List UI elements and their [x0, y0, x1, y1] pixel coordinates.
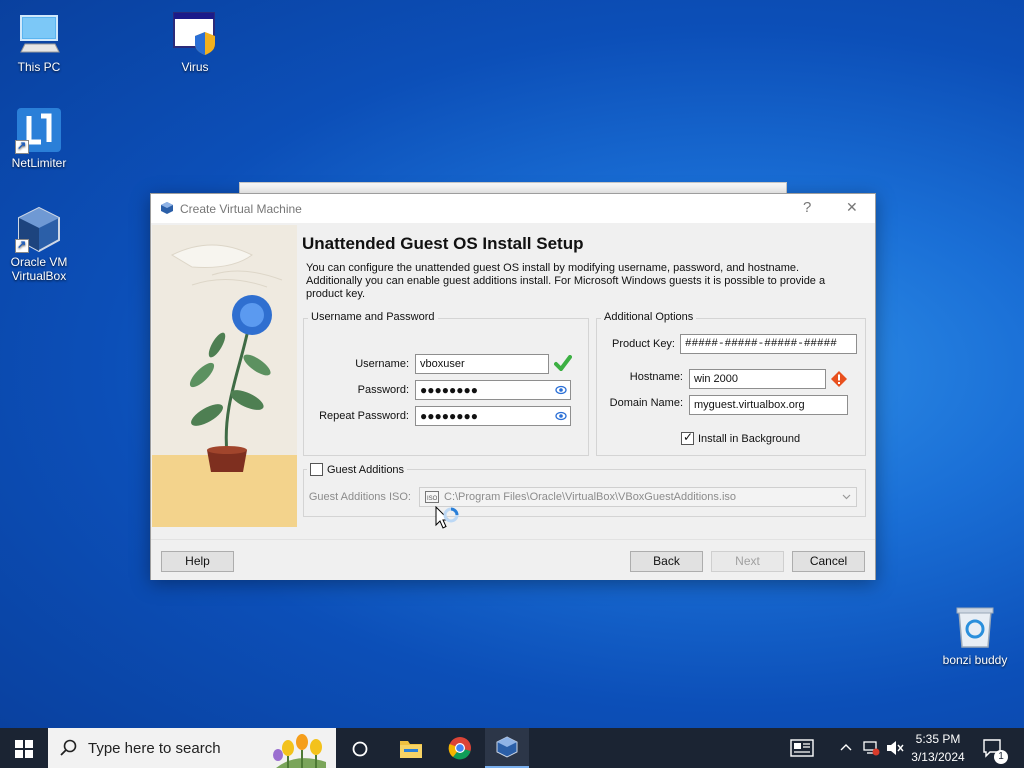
cancel-button[interactable]: Cancel — [792, 551, 865, 572]
valid-checkmark-icon — [554, 355, 572, 371]
context-help-button[interactable]: ? — [803, 199, 811, 216]
desktop-icon-label: Virus — [181, 60, 209, 74]
help-button[interactable]: Help — [161, 551, 234, 572]
domain-name-label: Domain Name: — [609, 397, 683, 409]
recycle-bin-icon — [951, 603, 999, 651]
windows-start-icon[interactable] — [15, 740, 33, 758]
hostname-input[interactable]: win 2000 — [689, 369, 826, 389]
volume-muted-icon[interactable] — [886, 740, 904, 756]
desktop-icon-virus[interactable]: Virus — [156, 10, 234, 74]
desktop-icon-label: Oracle VM VirtualBox — [10, 255, 68, 283]
desktop-icon-recycle-bin[interactable]: bonzi buddy — [936, 603, 1014, 667]
chevron-down-icon — [842, 494, 851, 500]
password-input[interactable]: ●●●●●●●● — [415, 380, 571, 400]
clock-time[interactable]: 5:35 PM — [908, 732, 968, 746]
program-shield-icon — [171, 10, 219, 58]
iso-disc-icon: ISO — [425, 491, 439, 503]
wizard-illustration — [152, 225, 297, 527]
virtualbox-icon — [161, 202, 173, 214]
computer-icon — [15, 10, 63, 58]
chevron-up-icon[interactable] — [840, 742, 852, 752]
task-view-icon[interactable] — [351, 740, 369, 758]
taskbar: Type here to search 5:35 PM 3/13/2024 1 — [0, 728, 1024, 768]
password-label: Password: — [357, 384, 409, 396]
dialog-title: Create Virtual Machine — [180, 202, 302, 216]
search-icon — [60, 739, 77, 756]
install-in-background-checkbox[interactable] — [681, 430, 694, 445]
username-label: Username: — [355, 358, 409, 370]
guest-additions-checkbox[interactable] — [310, 463, 323, 476]
desktop-icon-label: NetLimiter — [11, 156, 67, 170]
guest-additions-iso-selector[interactable]: ISO C:\Program Files\Oracle\VirtualBox\V… — [419, 487, 857, 507]
search-placeholder: Type here to search — [88, 740, 221, 757]
username-input[interactable]: vboxuser — [415, 354, 549, 374]
guest-additions-label: Guest Additions — [327, 464, 405, 476]
password-masked-value: ●●●●●●●● — [420, 383, 478, 397]
show-password-eye-icon[interactable] — [555, 410, 567, 422]
network-disconnected-icon[interactable] — [862, 740, 880, 756]
product-key-label: Product Key: — [612, 338, 675, 350]
desktop-icon-virtualbox[interactable]: Oracle VM VirtualBox — [0, 205, 78, 283]
desktop-icon-netlimiter[interactable]: NetLimiter — [0, 106, 78, 170]
page-description: You can configure the unattended guest O… — [306, 262, 826, 300]
dialog-button-bar: Help Back Next Cancel — [151, 539, 875, 580]
show-password-eye-icon[interactable] — [555, 384, 567, 396]
dialog-titlebar[interactable]: Create Virtual Machine ? ✕ — [151, 194, 875, 223]
clock-date[interactable]: 3/13/2024 — [908, 750, 968, 764]
username-password-group-title: Username and Password — [308, 311, 438, 323]
hostname-label: Hostname: — [629, 371, 683, 383]
create-vm-dialog: Create Virtual Machine ? ✕ Unattended Gu… — [150, 193, 876, 580]
taskbar-search-box[interactable]: Type here to search — [48, 728, 336, 768]
notification-count-badge: 1 — [994, 750, 1008, 764]
repeat-password-label: Repeat Password: — [319, 410, 409, 422]
busy-cursor-icon — [435, 506, 459, 529]
close-button[interactable]: ✕ — [846, 199, 858, 216]
install-in-background-label: Install in Background — [698, 433, 801, 445]
repeat-password-masked-value: ●●●●●●●● — [420, 409, 478, 423]
desktop-icon-this-pc[interactable]: This PC — [0, 10, 78, 74]
svg-text:ISO: ISO — [427, 496, 438, 502]
netlimiter-icon — [15, 106, 63, 154]
shortcut-arrow-icon — [15, 238, 29, 253]
chrome-icon[interactable] — [448, 736, 472, 760]
domain-name-input[interactable]: myguest.virtualbox.org — [689, 395, 848, 415]
warning-icon — [831, 371, 847, 387]
tulips-search-highlight-icon — [273, 734, 326, 768]
file-explorer-icon[interactable] — [399, 737, 423, 759]
guest-additions-iso-path: C:\Program Files\Oracle\VirtualBox\VBoxG… — [444, 491, 737, 503]
next-button[interactable]: Next — [711, 551, 784, 572]
flower-pot-illustration — [152, 225, 297, 527]
virtualbox-icon — [15, 205, 63, 253]
page-heading: Unattended Guest OS Install Setup — [302, 234, 584, 253]
back-button[interactable]: Back — [630, 551, 703, 572]
additional-options-group-title: Additional Options — [601, 311, 697, 323]
virtualbox-icon — [496, 736, 518, 758]
repeat-password-input[interactable]: ●●●●●●●● — [415, 406, 571, 426]
product-key-input[interactable]: #####-#####-#####-##### — [680, 334, 857, 354]
desktop-icon-label: This PC — [17, 60, 61, 74]
desktop-icon-label: bonzi buddy — [942, 653, 1008, 667]
news-widget-icon[interactable] — [790, 739, 814, 757]
guest-additions-iso-label: Guest Additions ISO: — [308, 491, 411, 503]
shortcut-arrow-icon — [15, 139, 29, 154]
taskbar-virtualbox-button[interactable] — [485, 728, 529, 768]
